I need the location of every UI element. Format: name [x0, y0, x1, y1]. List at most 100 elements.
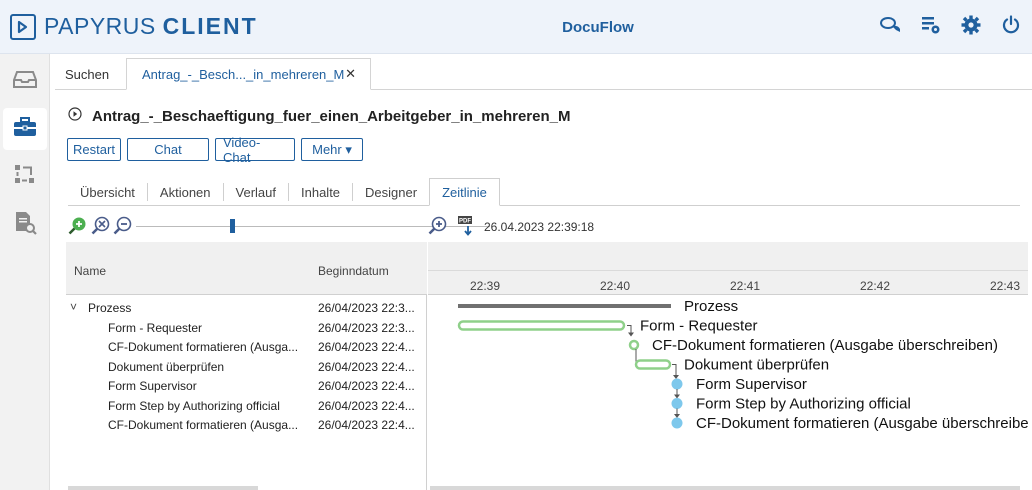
briefcase-icon: [13, 116, 37, 143]
gantt-pane: 22:39 22:40 22:41 22:42 22:43 Prozess Form - …: [428, 242, 1028, 490]
sidebar-item-inbox[interactable]: [3, 60, 47, 102]
task-bar: [457, 320, 626, 331]
timeline-timestamp: 26.04.2023 22:39:18: [484, 220, 595, 234]
left-sidebar: [0, 54, 50, 490]
task-name: CF-Dokument formatieren (Ausga...: [108, 340, 299, 354]
video-chat-button[interactable]: Video-Chat: [215, 135, 295, 165]
task-start-date: 26/04/2023 22:4...: [318, 359, 415, 374]
workflow-icon: [13, 163, 37, 192]
zoom-reset-icon[interactable]: [91, 216, 111, 236]
task-name: CF-Dokument formatieren (Ausga...: [108, 418, 299, 432]
play-circle-icon[interactable]: [68, 107, 82, 126]
more-dropdown-button[interactable]: Mehr ▾: [301, 138, 363, 161]
sidebar-item-document-search[interactable]: [3, 204, 47, 246]
detail-tabs: Übersicht Aktionen Verlauf Inhalte Desig…: [68, 178, 1020, 206]
column-header-start[interactable]: Beginndatum: [318, 264, 389, 278]
pdf-export-icon[interactable]: PDF: [457, 216, 477, 236]
milestone-marker: [671, 417, 683, 429]
time-tick-label: 22:41: [730, 279, 761, 293]
milestone-marker: [671, 398, 683, 409]
time-tick-label: 22:43: [990, 279, 1021, 293]
tab-aktionen[interactable]: Aktionen: [148, 178, 223, 206]
tab-uebersicht[interactable]: Übersicht: [68, 178, 147, 206]
task-name: Form Step by Authorizing official: [108, 398, 280, 413]
gantt-horizontal-scrollbar[interactable]: [430, 486, 1020, 490]
gantt-connector-arrow: [674, 414, 680, 418]
zoom-fit-icon[interactable]: [68, 216, 88, 236]
sidebar-item-workflow[interactable]: [3, 156, 47, 198]
document-title: Antrag_-_Beschaeftigung_fuer_einen_Arbei…: [92, 108, 571, 125]
task-row[interactable]: CF-Dokument formatieren (Ausga... 26/04/2…: [66, 337, 426, 356]
inbox-tray-icon: [13, 69, 37, 94]
gantt-bar-label: Form Step by Authorizing official: [696, 396, 911, 413]
task-start-date: 26/04/2023 22:4...: [318, 418, 415, 432]
task-name: Prozess: [88, 301, 132, 315]
left-horizontal-scrollbar[interactable]: [68, 486, 258, 490]
time-tick-label: 22:39: [470, 279, 501, 293]
document-search-icon: [13, 211, 37, 240]
sidebar-item-briefcase[interactable]: [3, 108, 47, 150]
gantt-connector-arrow: [673, 375, 679, 379]
restart-button[interactable]: Restart: [67, 138, 121, 161]
tab-zeitlinie[interactable]: Zeitlinie: [429, 178, 500, 206]
chat-bubbles-icon[interactable]: [880, 14, 902, 36]
task-row[interactable]: CF-Dokument formatieren (Ausga... 26/04/2…: [66, 415, 426, 434]
gantt-bar-label: Dokument überprüfen: [684, 357, 829, 374]
timeline-grid: Name Beginndatum ˅ Prozess 26/04/2023 22:3…: [66, 242, 1028, 490]
gear-icon[interactable]: [960, 14, 982, 36]
gantt-chart: Prozess Form - Requester CF-Dokument forma…: [457, 298, 1028, 432]
tab-search-label: Suchen: [65, 66, 110, 82]
gantt-time-header: 22:39 22:40 22:41 22:42 22:43: [428, 242, 1028, 295]
expand-chevron-icon[interactable]: ˅: [70, 300, 77, 314]
gantt-bar-label: CF-Dokument formatieren (Ausgabe übersch…: [652, 337, 998, 354]
task-row[interactable]: Form - Requester 26/04/2023 22:3...: [66, 318, 426, 337]
task-list-header: Name Beginndatum: [66, 242, 427, 295]
tab-inhalte[interactable]: Inhalte: [289, 178, 352, 206]
svg-text:PDF: PDF: [459, 219, 471, 225]
zoom-in-icon[interactable]: [428, 216, 448, 236]
tab-active-document-label: Antrag_-_Besch..._in_mehreren_M: [142, 66, 345, 82]
gantt-connector-arrow: [628, 332, 634, 337]
power-icon[interactable]: [1000, 14, 1022, 36]
task-row[interactable]: ˅ Prozess 26/04/2023 22:3...: [66, 298, 426, 317]
tab-active-document[interactable]: Antrag_-_Besch..._in_mehreren_M ✕: [126, 58, 371, 90]
task-start-date: 26/04/2023 22:4...: [318, 398, 415, 413]
task-start-date: 26/04/2023 22:3...: [318, 301, 415, 315]
gantt-bar-label: Form - Requester: [640, 318, 758, 335]
task-settings-icon[interactable]: [920, 14, 942, 36]
task-row[interactable]: Form Supervisor 26/04/2023 22:4...: [66, 376, 426, 395]
app-title: DocuFlow: [562, 19, 634, 36]
task-name: Dokument überprüfen: [108, 359, 225, 374]
gantt-connector: [627, 325, 632, 334]
task-start-date: 26/04/2023 22:4...: [318, 379, 415, 393]
time-tick-label: 22:40: [600, 279, 631, 293]
document-heading: Antrag_-_Beschaeftigung_fuer_einen_Arbei…: [68, 107, 570, 126]
zoom-out-icon[interactable]: [113, 216, 133, 236]
task-bar: [628, 339, 640, 351]
gantt-bar-label: CF-Dokument formatieren (Ausgabe übersch…: [696, 415, 1028, 432]
task-start-date: 26/04/2023 22:4...: [318, 340, 415, 354]
task-list-pane: Name Beginndatum ˅ Prozess 26/04/2023 22:3…: [66, 242, 427, 490]
header-divider: [428, 270, 1028, 271]
task-bar: [634, 359, 672, 370]
column-header-name[interactable]: Name: [74, 264, 106, 278]
timeline-toolbar: PDF 26.04.2023 22:39:18: [68, 214, 608, 238]
summary-bar: [458, 304, 671, 308]
document-tabs: Suchen Antrag_-_Besch..._in_mehreren_M ✕: [55, 56, 1032, 90]
tab-designer[interactable]: Designer: [353, 178, 429, 206]
task-start-date: 26/04/2023 22:3...: [318, 320, 415, 335]
zoom-slider-thumb[interactable]: [229, 219, 235, 233]
chat-button[interactable]: Chat: [127, 138, 209, 161]
task-name: Form - Requester: [108, 320, 203, 335]
tab-verlauf[interactable]: Verlauf: [224, 178, 288, 206]
top-bar: PAPYRUS CLIENT DocuFlow: [0, 0, 1032, 54]
gantt-connector: [672, 364, 677, 376]
task-row[interactable]: Dokument überprüfen 26/04/2023 22:4...: [66, 357, 426, 376]
task-row[interactable]: Form Step by Authorizing official 26/04/2…: [66, 396, 426, 415]
gantt-bar-label: Form Supervisor: [696, 376, 807, 393]
tab-search[interactable]: Suchen: [65, 58, 109, 90]
milestone-marker: [671, 378, 683, 390]
task-name: Form Supervisor: [108, 379, 197, 393]
gantt-connector-arrow: [674, 394, 680, 399]
close-icon[interactable]: ✕: [345, 66, 356, 82]
